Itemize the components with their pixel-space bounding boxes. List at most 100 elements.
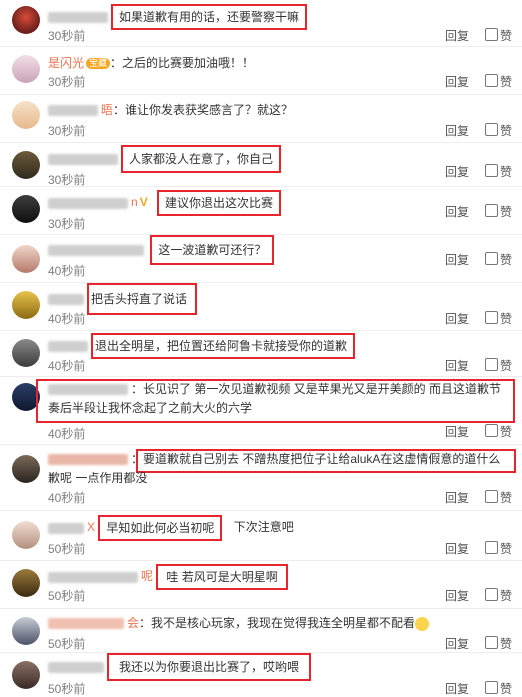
comment-item: 晤：谁让你发表获奖感言了？就这？ 30秒前 回复 赞 (0, 95, 522, 143)
comment-item: 呢 哇 若风可是大明星啊 50秒前 回复 赞 (0, 561, 522, 609)
reply-button[interactable]: 回复 (445, 489, 469, 506)
like-label: 赞 (500, 682, 513, 696)
comment-text: 哇 若风可是大明星啊 (156, 564, 288, 590)
like-button[interactable]: 赞 (485, 163, 512, 180)
avatar[interactable] (12, 6, 40, 34)
avatar[interactable] (12, 195, 40, 223)
like-button[interactable]: 赞 (485, 489, 512, 506)
like-label: 赞 (500, 637, 513, 651)
comment-item: 人家都没人在意了，你自己 30秒前 回复 赞 (0, 143, 522, 187)
reply-button[interactable]: 回复 (445, 122, 469, 139)
avatar[interactable] (12, 661, 40, 689)
username[interactable] (48, 293, 84, 305)
avatar[interactable] (12, 151, 40, 179)
comment-text: 早知如此何必当初呢 (98, 515, 223, 541)
thumbs-up-icon (485, 28, 498, 41)
timestamp: 40秒前 (48, 359, 86, 373)
like-button[interactable]: 赞 (485, 27, 512, 44)
thumbs-up-icon (485, 541, 498, 554)
avatar[interactable] (12, 55, 40, 83)
timestamp: 40秒前 (48, 491, 86, 505)
username-suffix[interactable]: 呢 (141, 569, 153, 583)
reply-button[interactable]: 回复 (445, 251, 469, 268)
like-button[interactable]: 赞 (485, 357, 512, 374)
reply-button[interactable]: 回复 (445, 635, 469, 652)
reply-button[interactable]: 回复 (445, 540, 469, 557)
username[interactable] (48, 244, 144, 256)
like-button[interactable]: 赞 (485, 251, 512, 268)
avatar[interactable] (12, 569, 40, 597)
like-button[interactable]: 赞 (485, 680, 512, 697)
username[interactable] (48, 340, 88, 352)
avatar[interactable] (12, 245, 40, 273)
timestamp: 30秒前 (48, 75, 86, 89)
comment-text: 我还以为你要退出比赛了，哎哟喂 (107, 653, 312, 681)
reply-button[interactable]: 回复 (445, 73, 469, 90)
comment-content: 晤：谁让你发表获奖感言了？就这？ (48, 100, 512, 120)
like-button[interactable]: 赞 (485, 540, 512, 557)
comment-extra-text: 下次注意吧 (233, 520, 294, 535)
reply-button[interactable]: 回复 (445, 680, 469, 697)
username[interactable] (48, 571, 138, 583)
username-suffix[interactable]: X (87, 520, 95, 534)
username[interactable] (48, 618, 124, 630)
avatar[interactable] (12, 101, 40, 129)
like-label: 赞 (500, 312, 513, 326)
reply-button[interactable]: 回复 (445, 423, 469, 440)
timestamp: 50秒前 (48, 682, 86, 696)
comment-item: 把舌头捋直了说话 40秒前 回复 赞 (0, 283, 522, 331)
comment-content: X 早知如此何必当初呢 下次注意吧 (48, 515, 512, 541)
avatar[interactable] (12, 291, 40, 319)
timestamp: 50秒前 (48, 542, 86, 556)
like-button[interactable]: 赞 (485, 423, 512, 440)
username[interactable] (48, 153, 118, 165)
avatar[interactable] (12, 339, 40, 367)
like-button[interactable]: 赞 (485, 73, 512, 90)
comment-item: X 早知如此何必当初呢 下次注意吧 50秒前 回复 赞 (0, 511, 522, 561)
avatar[interactable] (12, 521, 40, 549)
like-label: 赞 (500, 75, 513, 89)
thumbs-up-icon (485, 204, 498, 217)
comment-item: 如果道歉有用的话，还要警察干嘛 30秒前 回复 赞 (0, 0, 522, 47)
reply-button[interactable]: 回复 (445, 587, 469, 604)
comment-item: 是闪光 宝藏 ：之后的比赛要加油哦！！ 30秒前 回复 赞 (0, 47, 522, 95)
like-button[interactable]: 赞 (485, 635, 512, 652)
comment-item: nV 建议你退出这次比赛 30秒前 回复 赞 (0, 187, 522, 235)
avatar[interactable] (12, 455, 40, 483)
comment-content: 退出全明星，把位置还给阿鲁卡就接受你的道歉 (48, 333, 512, 359)
username[interactable] (48, 11, 108, 23)
like-button[interactable]: 赞 (485, 587, 512, 604)
username[interactable] (48, 661, 104, 673)
username-suffix[interactable]: 晤 (101, 103, 113, 117)
like-button[interactable]: 赞 (485, 203, 512, 220)
timestamp: 30秒前 (48, 29, 86, 43)
timestamp: 40秒前 (48, 312, 86, 326)
comment-text: 这一波道歉可还行？ (150, 235, 275, 265)
username[interactable] (48, 522, 84, 534)
username[interactable] (48, 454, 128, 466)
comment-content: 人家都没人在意了，你自己 (48, 145, 512, 173)
comment-text: ：之后的比赛要加油哦！！ (110, 56, 255, 70)
username-suffix[interactable]: 会 (127, 616, 139, 630)
comment-item: ：长见识了 第一次见道歉视频 又是苹果光又是开美颜的 而且这道歉节奏后半段让我怀… (0, 377, 522, 445)
thumbs-up-icon (485, 490, 498, 503)
comment-text: 退出全明星，把位置还给阿鲁卡就接受你的道歉 (91, 333, 356, 359)
username-suffix[interactable]: n (131, 195, 138, 209)
reply-button[interactable]: 回复 (445, 357, 469, 374)
comment-text: ：我不是核心玩家，我现在觉得我连全明星都不配看 (139, 616, 416, 630)
reply-button[interactable]: 回复 (445, 310, 469, 327)
member-badge: 宝藏 (86, 58, 111, 70)
thumbs-up-icon (485, 252, 498, 265)
username[interactable] (48, 197, 128, 209)
like-button[interactable]: 赞 (485, 310, 512, 327)
username[interactable]: 是闪光 (48, 56, 84, 70)
reply-button[interactable]: 回复 (445, 163, 469, 180)
like-button[interactable]: 赞 (485, 122, 512, 139)
username[interactable] (48, 384, 128, 396)
like-label: 赞 (500, 124, 513, 138)
username[interactable] (48, 105, 98, 117)
avatar[interactable] (12, 617, 40, 645)
reply-button[interactable]: 回复 (445, 27, 469, 44)
reply-button[interactable]: 回复 (445, 203, 469, 220)
comment-text: 如果道歉有用的话，还要警察干嘛 (111, 4, 308, 30)
